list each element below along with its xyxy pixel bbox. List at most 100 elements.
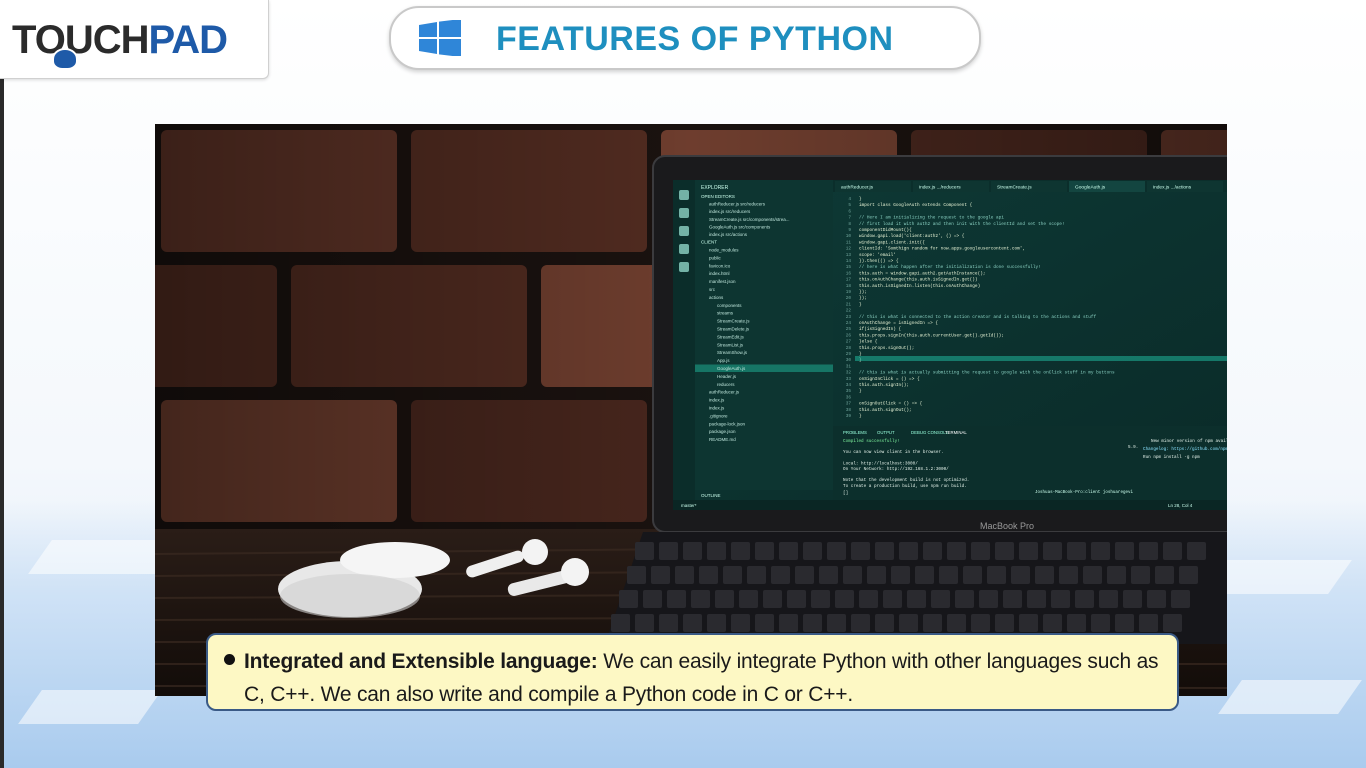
svg-text:31: 31	[846, 364, 852, 369]
svg-text:src: src	[709, 287, 716, 292]
svg-text:Run npm install -g npm: Run npm install -g npm	[1143, 455, 1200, 460]
svg-text:34: 34	[846, 383, 852, 388]
svg-text:index.js: index.js	[709, 398, 725, 403]
svg-text:28: 28	[846, 346, 852, 351]
svg-text:26: 26	[846, 333, 852, 338]
svg-text:GoogleAuth.js: GoogleAuth.js	[717, 366, 746, 371]
svg-text:22: 22	[846, 309, 852, 314]
svg-text:StreamCreate.js src/components: StreamCreate.js src/components/strea...	[709, 217, 790, 222]
svg-text:StreamShow.js: StreamShow.js	[717, 350, 748, 355]
svg-text:StreamDelete.js: StreamDelete.js	[717, 327, 750, 332]
svg-text:CLIENT: CLIENT	[701, 240, 717, 245]
svg-text:// first load it with auth2 an: // first load it with auth2 and then ini…	[859, 222, 1065, 227]
svg-text:25: 25	[846, 327, 852, 332]
svg-text:18: 18	[846, 284, 852, 289]
svg-text:components: components	[717, 303, 742, 308]
svg-text:this.auth = window.gapi.auth2.: this.auth = window.gapi.auth2.getAuthIns…	[859, 271, 985, 276]
svg-text:this.auth.isSignedIn.listen(th: this.auth.isSignedIn.listen(this.onAuthC…	[859, 284, 980, 289]
svg-text:30: 30	[846, 358, 852, 363]
svg-text:window.gapi.load('client:auth2: window.gapi.load('client:auth2', () => {	[859, 234, 965, 239]
svg-text:reducers: reducers	[717, 382, 735, 387]
svg-text:GoogleAuth.js: GoogleAuth.js	[1075, 185, 1106, 191]
laptop-brand-label: MacBook Pro	[980, 521, 1034, 531]
svg-text:// this is what is actually su: // this is what is actually submitting t…	[859, 371, 1115, 376]
touchpad-logo: TOUCHPAD	[0, 0, 269, 79]
svg-text:package.json: package.json	[709, 429, 736, 434]
svg-text:}else {: }else {	[859, 340, 878, 345]
svg-text:GoogleAuth.js src/components: GoogleAuth.js src/components	[709, 224, 771, 229]
svg-text:11: 11	[846, 240, 852, 245]
svg-text:authReducer.js: authReducer.js	[841, 185, 874, 191]
logo-wordmark: TOUCHPAD	[12, 18, 228, 62]
svg-text:14: 14	[846, 259, 852, 264]
svg-text:9: 9	[848, 228, 851, 233]
svg-text:Compiled successfully!: Compiled successfully!	[843, 439, 900, 444]
svg-text:36: 36	[846, 395, 852, 400]
svg-text:39: 39	[846, 414, 852, 419]
svg-text:12: 12	[846, 247, 852, 252]
svg-text:TERMINAL: TERMINAL	[945, 430, 967, 435]
svg-text:onSignOutClick = () => {: onSignOutClick = () => {	[859, 402, 923, 407]
svg-text:StreamEdit.js: StreamEdit.js	[717, 334, 745, 339]
svg-text:5.9.: 5.9.	[1128, 445, 1138, 450]
svg-text:38: 38	[846, 408, 852, 413]
svg-text:4: 4	[848, 197, 851, 202]
svg-text:index.js .../reducers: index.js .../reducers	[919, 185, 961, 191]
svg-text:onAuthChange = isSignedIn => {: onAuthChange = isSignedIn => {	[859, 321, 938, 326]
svg-text:Note that the development buil: Note that the development build is not o…	[843, 478, 969, 483]
svg-text:33: 33	[846, 377, 852, 382]
svg-text:}: }	[859, 414, 862, 419]
svg-text:10: 10	[846, 234, 852, 239]
svg-text:EXPLORER: EXPLORER	[701, 185, 729, 191]
svg-text:import class GoogleAuth extend: import class GoogleAuth extends Componen…	[859, 203, 973, 208]
svg-text:Ln 28, Col 4: Ln 28, Col 4	[1168, 503, 1193, 508]
svg-text:if(isSignedIn) {: if(isSignedIn) {	[859, 327, 902, 332]
svg-text:index.js src/actions: index.js src/actions	[709, 232, 748, 237]
svg-text:index.js: index.js	[709, 406, 725, 411]
laptop-photo-image: EXPLORER OPEN EDITORS authReducer.js src/r…	[155, 124, 1227, 696]
svg-text:29: 29	[846, 352, 852, 357]
svg-text:// Here I am initializing the: // Here I am initializing the request to…	[859, 216, 1004, 221]
svg-text:}: }	[859, 197, 862, 202]
svg-text:});: });	[859, 290, 867, 295]
left-edge-rule	[0, 78, 4, 768]
svg-text:README.md: README.md	[709, 437, 736, 442]
svg-text:32: 32	[846, 371, 852, 376]
svg-text:35: 35	[846, 389, 852, 394]
svg-text:onSignInClick = () => {: onSignInClick = () => {	[859, 377, 920, 382]
svg-text:20: 20	[846, 296, 852, 301]
svg-text:Joshuas-MacBook-Pro:client jos: Joshuas-MacBook-Pro:client joshuaregevi	[1035, 490, 1133, 495]
svg-text:manifest.json: manifest.json	[709, 279, 736, 284]
svg-text:master*: master*	[681, 503, 697, 508]
svg-text:On Your Network: http://192.1: On Your Network: http://192.168.1.2:3000…	[843, 467, 949, 472]
svg-text:23: 23	[846, 315, 852, 320]
laptop-photo: EXPLORER OPEN EDITORS authReducer.js src/r…	[155, 124, 1227, 696]
svg-text:clientId: 'Somthign random for: clientId: 'Somthign random for now.apps.…	[859, 247, 1025, 252]
svg-text:7: 7	[848, 216, 851, 221]
svg-text:OPEN EDITORS: OPEN EDITORS	[701, 194, 735, 199]
svg-text:OUTPUT: OUTPUT	[877, 430, 895, 435]
svg-text:}: }	[859, 389, 862, 394]
svg-text:8: 8	[848, 222, 851, 227]
svg-text:DEBUG CONSOLE: DEBUG CONSOLE	[911, 430, 949, 435]
svg-text:// here is what happen after t: // here is what happen after the initial…	[859, 265, 1041, 270]
svg-text:window.gapi.client.init({: window.gapi.client.init({	[859, 240, 925, 245]
svg-text:27: 27	[846, 340, 852, 345]
svg-text:package-lock.json: package-lock.json	[709, 421, 746, 426]
svg-text:index.html: index.html	[709, 271, 730, 276]
svg-text:authReducer.js: authReducer.js	[709, 390, 740, 395]
svg-text:Changelog: https://github.com/: Changelog: https://github.com/npm/	[1143, 447, 1227, 452]
svg-text:public: public	[709, 255, 722, 260]
svg-text:19: 19	[846, 290, 852, 295]
svg-text:streams: streams	[717, 311, 734, 316]
svg-text:StreamList.js: StreamList.js	[717, 342, 744, 347]
svg-text:index.js src/reducers: index.js src/reducers	[709, 209, 751, 214]
finger-icon	[52, 48, 78, 70]
svg-text:6: 6	[848, 209, 851, 214]
svg-text:}).then(() => {: }).then(() => {	[859, 259, 899, 264]
caption-term: Integrated and Extensible language:	[244, 650, 598, 673]
svg-text:Local: http://local: Local: http://localhost:3000/	[843, 461, 918, 466]
svg-text:13: 13	[846, 253, 852, 258]
caption-text: Integrated and Extensible language: We c…	[244, 645, 1164, 711]
svg-text:5: 5	[848, 203, 851, 208]
